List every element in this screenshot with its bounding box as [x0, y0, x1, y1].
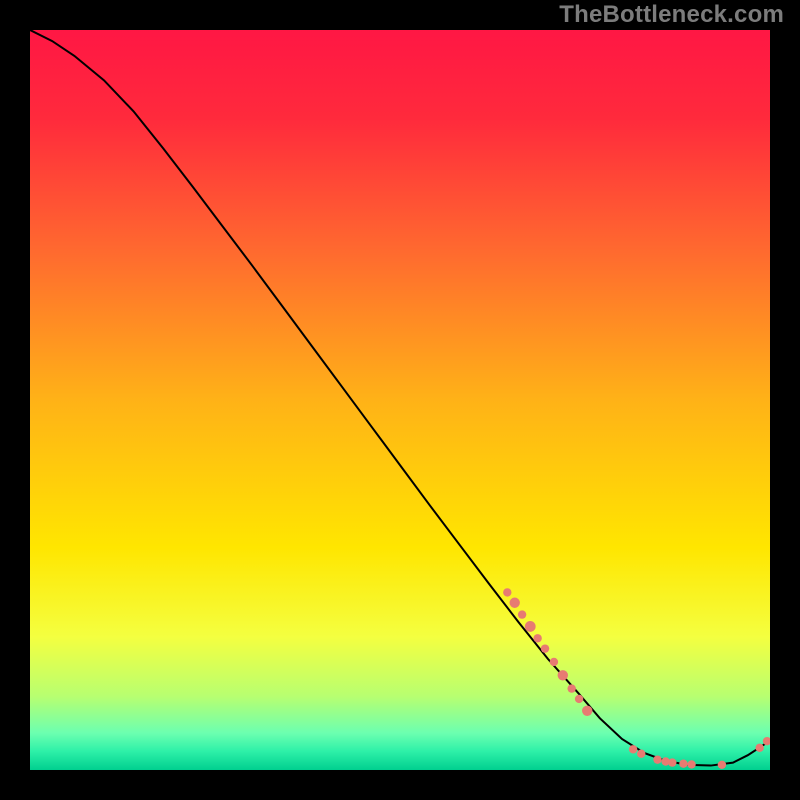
chart-frame: TheBottleneck.com: [0, 0, 800, 800]
scatter-point: [718, 761, 726, 769]
scatter-point: [533, 634, 541, 642]
plot-area: [30, 30, 770, 770]
scatter-point: [668, 758, 676, 766]
scatter-point: [518, 610, 526, 618]
scatter-point: [629, 745, 637, 753]
scatter-point: [575, 695, 583, 703]
scatter-point: [687, 760, 695, 768]
scatter-point: [503, 588, 511, 596]
scatter-point: [679, 760, 687, 768]
scatter-point: [637, 750, 645, 758]
scatter-point: [510, 598, 520, 608]
watermark-text: TheBottleneck.com: [559, 0, 784, 30]
scatter-point: [755, 744, 763, 752]
scatter-point: [567, 684, 575, 692]
scatter-point: [582, 706, 592, 716]
scatter-point: [558, 670, 568, 680]
scatter-point: [541, 644, 549, 652]
scatter-point: [550, 658, 558, 666]
bottleneck-chart: [30, 30, 770, 770]
scatter-point: [525, 621, 536, 632]
scatter-point: [653, 755, 661, 763]
gradient-background: [30, 30, 770, 770]
